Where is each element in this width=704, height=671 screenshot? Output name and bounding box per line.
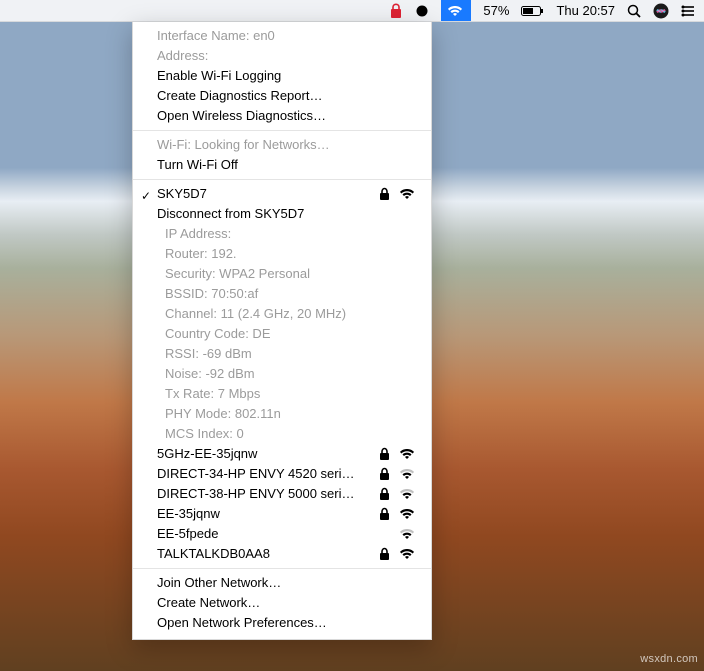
wifi-signal-icon: [399, 187, 415, 201]
network-row[interactable]: TALKTALKDB0AA8: [133, 544, 431, 564]
wifi-menu-dropdown: Interface Name: en0 Address: Enable Wi-F…: [132, 22, 432, 640]
network-row[interactable]: EE-5fpede: [133, 524, 431, 544]
network-name: EE-35jqnw: [157, 505, 378, 523]
detail-ip: IP Address:: [133, 224, 431, 244]
menubar-datetime[interactable]: Thu 20:57: [556, 3, 615, 18]
wifi-status: Wi-Fi: Looking for Networks…: [133, 135, 431, 155]
wifi-signal-icon: [399, 447, 415, 461]
disconnect-network[interactable]: Disconnect from SKY5D7: [133, 204, 431, 224]
wifi-signal-icon: [399, 527, 415, 541]
network-name: 5GHz-EE-35jqnw: [157, 445, 378, 463]
wifi-signal-icon: [399, 487, 415, 501]
interface-name: Interface Name: en0: [133, 26, 431, 46]
battery-percent: 57%: [483, 3, 509, 18]
turn-wifi-off[interactable]: Turn Wi-Fi Off: [133, 155, 431, 175]
battery-icon[interactable]: [521, 5, 544, 17]
lock-icon: [378, 447, 391, 461]
menu-separator: [133, 130, 431, 131]
detail-channel: Channel: 11 (2.4 GHz, 20 MHz): [133, 304, 431, 324]
open-wireless-diagnostics[interactable]: Open Wireless Diagnostics…: [133, 106, 431, 126]
menu-separator: [133, 179, 431, 180]
lock-icon: [378, 507, 391, 521]
create-network[interactable]: Create Network…: [133, 593, 431, 613]
detail-mcs: MCS Index: 0: [133, 424, 431, 444]
network-name: TALKTALKDB0AA8: [157, 545, 378, 563]
enable-wifi-logging[interactable]: Enable Wi-Fi Logging: [133, 66, 431, 86]
detail-phy: PHY Mode: 802.11n: [133, 404, 431, 424]
detail-bssid: BSSID: 70:50:af: [133, 284, 431, 304]
address-label: Address:: [133, 46, 431, 66]
wifi-signal-icon: [399, 507, 415, 521]
network-row[interactable]: 5GHz-EE-35jqnw: [133, 444, 431, 464]
menubar-lock-icon[interactable]: [389, 3, 403, 19]
wifi-signal-icon: [399, 547, 415, 561]
detail-security: Security: WPA2 Personal: [133, 264, 431, 284]
detail-router: Router: 192.: [133, 244, 431, 264]
join-other-network[interactable]: Join Other Network…: [133, 573, 431, 593]
wifi-menubar-icon[interactable]: [441, 0, 471, 21]
menubar-dot-icon[interactable]: [415, 4, 429, 18]
notification-center-icon[interactable]: [681, 4, 696, 18]
network-name: DIRECT-38-HP ENVY 5000 seri…: [157, 485, 378, 503]
siri-icon[interactable]: [653, 3, 669, 19]
detail-tx: Tx Rate: 7 Mbps: [133, 384, 431, 404]
menu-separator: [133, 568, 431, 569]
spotlight-search-icon[interactable]: [627, 4, 641, 18]
wifi-signal-icon: [399, 467, 415, 481]
detail-noise: Noise: -92 dBm: [133, 364, 431, 384]
open-network-preferences[interactable]: Open Network Preferences…: [133, 613, 431, 633]
detail-rssi: RSSI: -69 dBm: [133, 344, 431, 364]
network-name: DIRECT-34-HP ENVY 4520 seri…: [157, 465, 378, 483]
network-row[interactable]: DIRECT-34-HP ENVY 4520 seri…: [133, 464, 431, 484]
connected-network-row[interactable]: ✓ SKY5D7: [133, 184, 431, 204]
detail-country: Country Code: DE: [133, 324, 431, 344]
lock-icon: [378, 547, 391, 561]
network-row[interactable]: EE-35jqnw: [133, 504, 431, 524]
lock-icon: [378, 467, 391, 481]
checkmark-icon: ✓: [141, 187, 151, 205]
watermark: wsxdn.com: [640, 653, 698, 665]
network-row[interactable]: DIRECT-38-HP ENVY 5000 seri…: [133, 484, 431, 504]
network-name: EE-5fpede: [157, 525, 378, 543]
create-diagnostics-report[interactable]: Create Diagnostics Report…: [133, 86, 431, 106]
menubar: 57% Thu 20:57: [0, 0, 704, 22]
lock-icon: [378, 487, 391, 501]
lock-icon: [378, 187, 391, 201]
